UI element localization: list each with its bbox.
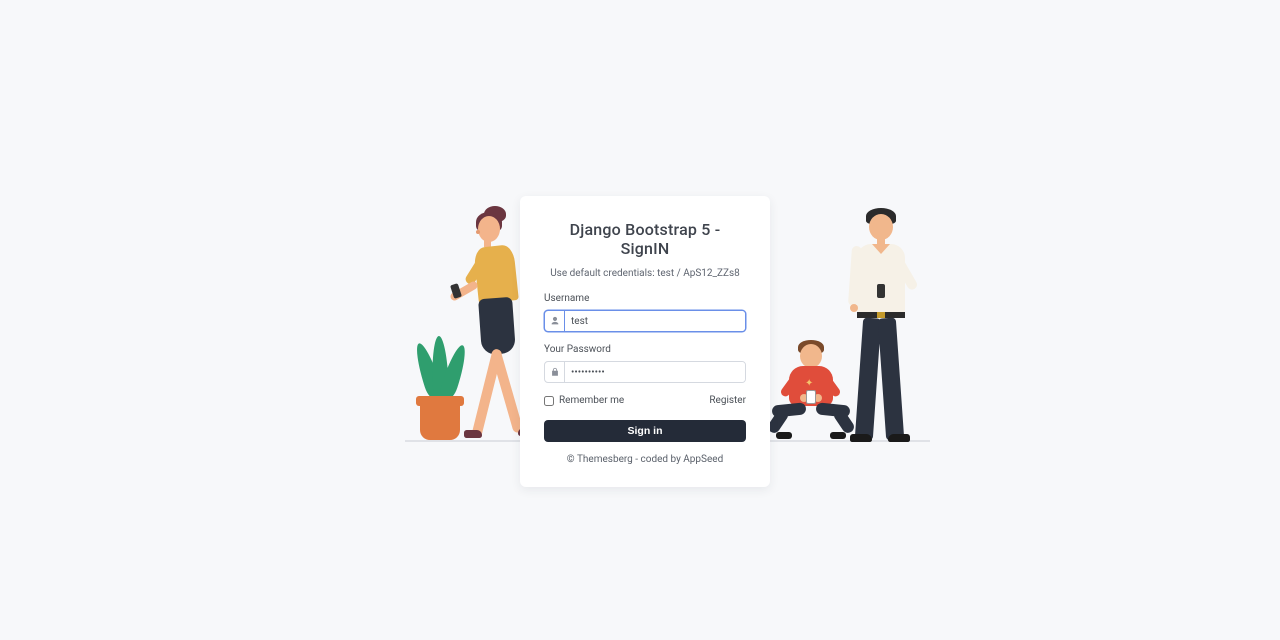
card-subtitle: Use default credentials: test / ApS12_ZZ… (544, 268, 746, 279)
card-footer: © Themesberg - coded by AppSeed (544, 454, 746, 465)
illustration-man-standing (842, 208, 922, 442)
themesberg-link[interactable]: Themesberg (577, 454, 633, 465)
lock-icon (545, 362, 565, 382)
password-label: Your Password (544, 344, 746, 355)
remember-me-checkbox[interactable] (544, 396, 554, 406)
user-icon (545, 311, 565, 331)
username-label: Username (544, 293, 746, 304)
remember-me[interactable]: Remember me (544, 395, 624, 406)
appseed-link[interactable]: AppSeed (683, 454, 723, 465)
username-input[interactable] (565, 311, 745, 331)
password-input[interactable] (565, 362, 745, 382)
signin-card: Django Bootstrap 5 - SignIN Use default … (520, 196, 770, 487)
username-input-group[interactable] (544, 310, 746, 332)
illustration-person-sitting: ✦ (772, 342, 852, 442)
sign-in-button[interactable]: Sign in (544, 420, 746, 442)
register-link[interactable]: Register (709, 395, 746, 406)
illustration-plant (410, 336, 470, 442)
password-input-group[interactable] (544, 361, 746, 383)
card-title: Django Bootstrap 5 - SignIN (544, 220, 746, 258)
remember-me-label: Remember me (559, 395, 624, 406)
